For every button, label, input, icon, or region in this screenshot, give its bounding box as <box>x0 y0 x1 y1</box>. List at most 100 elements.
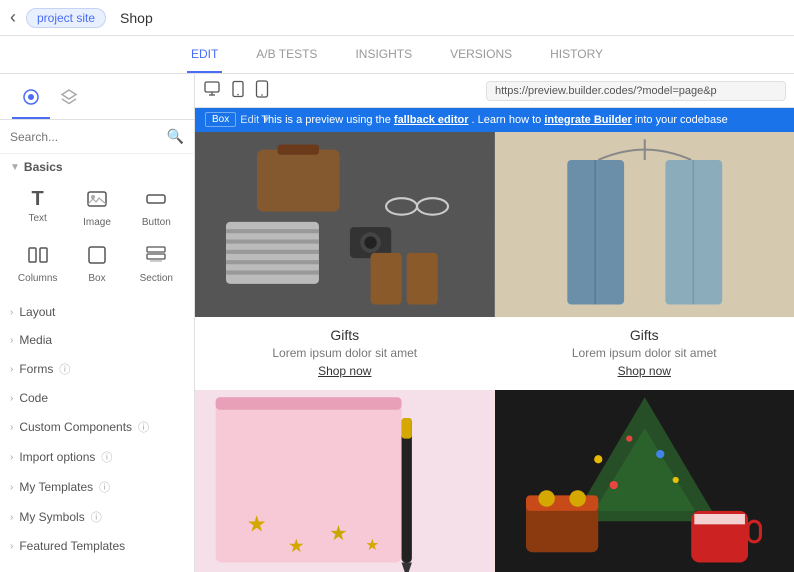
image-icon <box>86 188 108 215</box>
svg-text:★: ★ <box>288 535 305 556</box>
component-button[interactable]: Button <box>129 182 184 234</box>
edit-badge-box: Box <box>205 112 236 127</box>
tab-history[interactable]: HISTORY <box>546 36 607 73</box>
product-link-1[interactable]: Shop now <box>318 364 371 378</box>
sidebar-tab-layers[interactable] <box>50 82 88 119</box>
component-text-label: Text <box>28 213 46 224</box>
url-input[interactable] <box>486 81 786 101</box>
project-pill[interactable]: project site <box>26 8 106 28</box>
product-card-4 <box>495 390 794 572</box>
svg-text:★: ★ <box>247 511 267 537</box>
product-image-4 <box>495 390 794 572</box>
chevron-right-icon: › <box>10 512 13 523</box>
content-area: Box Edit ▾ This is a preview using the f… <box>195 74 794 572</box>
columns-icon <box>27 244 49 271</box>
component-grid: T Text Image Button <box>0 178 194 298</box>
info-icon: ⓘ <box>59 361 70 377</box>
sidebar-item-my-templates[interactable]: › My Templates ⓘ <box>0 472 194 502</box>
component-section[interactable]: Section <box>129 238 184 290</box>
banner-middle: . Learn how to <box>472 114 545 126</box>
chevron-right-icon: › <box>10 541 13 552</box>
banner-end: into your codebase <box>635 114 728 126</box>
product-card-3: ★ ★ ★ ★ <box>195 390 495 572</box>
section-basics-label: Basics <box>24 160 63 174</box>
tab-ab-tests[interactable]: A/B TESTS <box>252 36 321 73</box>
product-link-2[interactable]: Shop now <box>618 364 671 378</box>
info-icon: ⓘ <box>91 509 102 525</box>
products-grid: Gifts Lorem ipsum dolor sit amet Shop no… <box>195 132 794 572</box>
component-image[interactable]: Image <box>69 182 124 234</box>
sidebar-item-import-options[interactable]: › Import options ⓘ <box>0 442 194 472</box>
product-title-1: Gifts <box>330 327 359 343</box>
sidebar-tab-components[interactable] <box>12 82 50 119</box>
svg-text:★: ★ <box>329 522 348 545</box>
sidebar-tabs <box>0 74 194 120</box>
component-columns[interactable]: Columns <box>10 238 65 290</box>
component-box-label: Box <box>88 273 105 284</box>
banner-link-fallback[interactable]: fallback editor <box>394 114 469 126</box>
top-bar: ‹ project site Shop <box>0 0 794 36</box>
info-icon: ⓘ <box>138 419 149 435</box>
product-title-2: Gifts <box>630 327 659 343</box>
text-icon: T <box>32 188 44 211</box>
chevron-right-icon: › <box>10 422 13 433</box>
svg-text:★: ★ <box>365 537 379 554</box>
chevron-right-icon: › <box>10 393 13 404</box>
sidebar-item-custom-components[interactable]: › Custom Components ⓘ <box>0 412 194 442</box>
sidebar-item-code[interactable]: › Code <box>0 384 194 412</box>
back-button[interactable]: ‹ <box>10 7 16 28</box>
box-icon <box>86 244 108 271</box>
sidebar-item-layout[interactable]: › Layout <box>0 298 194 326</box>
chevron-right-icon: › <box>10 452 13 463</box>
desktop-icon[interactable] <box>203 80 221 102</box>
product-card-1: Gifts Lorem ipsum dolor sit amet Shop no… <box>195 132 495 390</box>
tab-edit[interactable]: EDIT <box>187 36 222 73</box>
banner-link-integrate[interactable]: integrate Builder <box>544 114 631 126</box>
section-basics[interactable]: ▼ Basics <box>0 154 194 178</box>
media-label: Media <box>19 333 52 347</box>
mobile-icon[interactable] <box>255 80 269 102</box>
import-options-label: Import options <box>19 450 95 464</box>
chevron-right-icon: › <box>10 482 13 493</box>
device-icons <box>203 80 269 102</box>
button-icon <box>145 188 167 215</box>
custom-components-label: Custom Components <box>19 420 132 434</box>
search-bar: 🔍 <box>0 120 194 154</box>
edit-badge: Box Edit ▾ <box>205 112 269 127</box>
banner-text: This is a preview using the <box>261 114 394 126</box>
sidebar-item-my-symbols[interactable]: › My Symbols ⓘ <box>0 502 194 532</box>
edit-label: Edit <box>240 114 259 126</box>
my-symbols-label: My Symbols <box>19 510 84 524</box>
component-button-label: Button <box>142 217 171 228</box>
tab-versions[interactable]: VERSIONS <box>446 36 516 73</box>
product-image-1 <box>195 132 495 317</box>
sidebar-item-forms[interactable]: › Forms ⓘ <box>0 354 194 384</box>
product-card-2: Gifts Lorem ipsum dolor sit amet Shop no… <box>495 132 794 390</box>
tab-bar: EDIT A/B TESTS INSIGHTS VERSIONS HISTORY <box>0 36 794 74</box>
sidebar-item-featured-templates[interactable]: › Featured Templates <box>0 532 194 560</box>
tablet-icon[interactable] <box>229 80 247 102</box>
sidebar: 🔍 ▼ Basics T Text Image <box>0 74 195 572</box>
component-box[interactable]: Box <box>69 238 124 290</box>
url-bar <box>195 74 794 108</box>
chevron-down-icon: ▼ <box>10 162 20 173</box>
product-image-2 <box>495 132 794 317</box>
product-desc-2: Lorem ipsum dolor sit amet <box>572 346 717 360</box>
product-image-3: ★ ★ ★ ★ <box>195 390 495 572</box>
my-templates-label: My Templates <box>19 480 93 494</box>
product-desc-1: Lorem ipsum dolor sit amet <box>272 346 417 360</box>
chevron-right-icon: › <box>10 307 13 318</box>
page-title: Shop <box>120 10 153 26</box>
code-label: Code <box>19 391 48 405</box>
component-section-label: Section <box>140 273 173 284</box>
component-columns-label: Columns <box>18 273 57 284</box>
chevron-right-icon: › <box>10 364 13 375</box>
component-text[interactable]: T Text <box>10 182 65 234</box>
sidebar-item-media[interactable]: › Media <box>0 326 194 354</box>
search-input[interactable] <box>10 130 167 144</box>
forms-label: Forms <box>19 362 53 376</box>
layout-label: Layout <box>19 305 55 319</box>
tab-insights[interactable]: INSIGHTS <box>351 36 416 73</box>
section-icon <box>145 244 167 271</box>
component-image-label: Image <box>83 217 111 228</box>
